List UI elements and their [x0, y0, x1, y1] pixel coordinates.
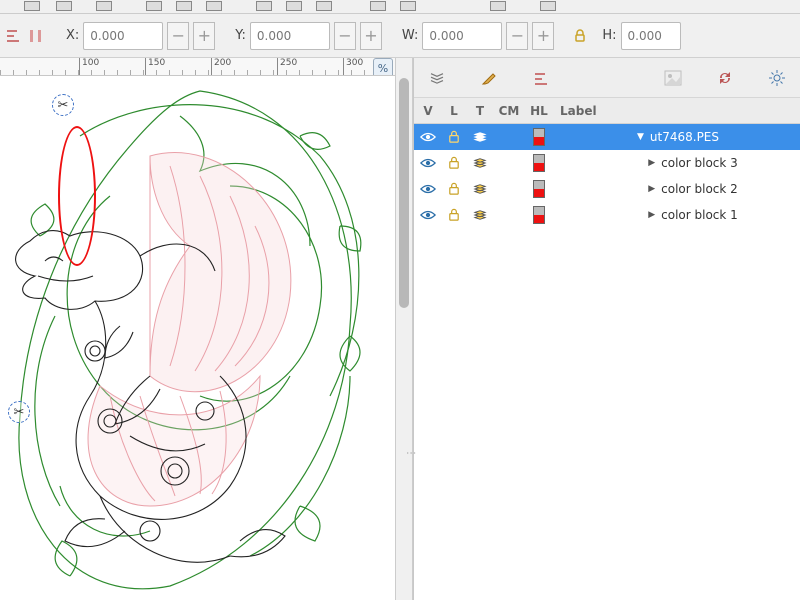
layer-row[interactable]: ▶ color block 3: [414, 150, 800, 176]
canvas-area: 100 150 200 250 300 %: [0, 58, 395, 600]
y-inc-button[interactable]: +: [360, 22, 382, 50]
visibility-toggle[interactable]: [414, 209, 442, 221]
snap-indicator-icon[interactable]: %: [373, 58, 393, 76]
h-input[interactable]: 0.000: [621, 22, 681, 50]
transform-bar: X: 0.000 − + Y: 0.000 − + W: 0.000 − + H…: [0, 14, 800, 58]
expand-triangle-icon[interactable]: ▶: [648, 210, 655, 220]
layer-row[interactable]: ▶ color block 1: [414, 202, 800, 228]
visibility-toggle[interactable]: [414, 157, 442, 169]
lock-toggle[interactable]: [442, 208, 466, 222]
layers-header: V L T CM HL Label: [414, 98, 800, 124]
highlight-swatch[interactable]: [524, 206, 554, 224]
layers-panel: V L T CM HL Label ▼ ut7468.PES ▶ color bloc…: [413, 58, 800, 600]
layer-label: ut7468.PES: [650, 130, 719, 144]
w-label: W:: [402, 28, 418, 43]
y-input[interactable]: 0.000: [250, 22, 330, 50]
col-cm[interactable]: CM: [494, 104, 524, 118]
brush-icon[interactable]: [478, 67, 500, 89]
layer-label-cell[interactable]: ▶ color block 3: [554, 156, 800, 170]
w-inc-button[interactable]: +: [532, 22, 554, 50]
node-marker-scissor-icon[interactable]: ✂: [8, 401, 30, 423]
visibility-toggle[interactable]: [414, 131, 442, 143]
col-t[interactable]: T: [466, 104, 494, 118]
highlight-swatch[interactable]: [524, 154, 554, 172]
col-l[interactable]: L: [442, 104, 466, 118]
canvas[interactable]: ✂ ✂: [0, 76, 395, 600]
x-input[interactable]: 0.000: [83, 22, 163, 50]
layer-label: color block 3: [661, 156, 738, 170]
col-v[interactable]: V: [414, 104, 442, 118]
layers-toolbar: [414, 58, 800, 98]
x-dec-button[interactable]: −: [167, 22, 189, 50]
w-dec-button[interactable]: −: [506, 22, 528, 50]
x-inc-button[interactable]: +: [193, 22, 215, 50]
expand-triangle-icon[interactable]: ▶: [648, 158, 655, 168]
top-tool-strip: [0, 0, 800, 14]
layer-label-cell[interactable]: ▶ color block 1: [554, 208, 800, 222]
panel-resize-handle[interactable]: ⋮: [405, 448, 416, 456]
layer-label: color block 1: [661, 208, 738, 222]
expand-triangle-icon[interactable]: ▼: [637, 132, 644, 142]
y-label: Y:: [235, 28, 246, 43]
x-label: X:: [66, 28, 79, 43]
lock-aspect-icon[interactable]: [572, 28, 588, 44]
col-hl[interactable]: HL: [524, 104, 554, 118]
col-label[interactable]: Label: [554, 104, 800, 118]
align-dist-icon[interactable]: [28, 28, 44, 44]
expand-triangle-icon[interactable]: ▶: [648, 184, 655, 194]
horizontal-ruler: 100 150 200 250 300 %: [0, 58, 395, 76]
layer-label: color block 2: [661, 182, 738, 196]
layer-label-cell[interactable]: ▶ color block 2: [554, 182, 800, 196]
visibility-toggle[interactable]: [414, 183, 442, 195]
align-left-icon[interactable]: [6, 28, 22, 44]
h-label: H:: [602, 28, 616, 43]
highlight-swatch[interactable]: [524, 128, 554, 146]
node-marker-scissor-icon[interactable]: ✂: [52, 94, 74, 116]
image-icon[interactable]: [662, 67, 684, 89]
layer-row[interactable]: ▶ color block 2: [414, 176, 800, 202]
artwork-dragon: [0, 76, 395, 600]
highlight-swatch[interactable]: [524, 180, 554, 198]
y-dec-button[interactable]: −: [334, 22, 356, 50]
lock-toggle[interactable]: [442, 182, 466, 196]
layer-type-icon[interactable]: [466, 131, 494, 143]
layers-rows: ▼ut7468.PES▶color block 3▶color block 2▶…: [414, 124, 800, 600]
settings-gear-icon[interactable]: [766, 67, 788, 89]
new-layer-icon[interactable]: [426, 67, 448, 89]
vertical-scrollbar[interactable]: ⋮: [395, 58, 413, 600]
scrollbar-thumb[interactable]: [399, 78, 409, 308]
refresh-icon[interactable]: [714, 67, 736, 89]
layer-type-icon[interactable]: [466, 183, 494, 195]
layer-row[interactable]: ▼ ut7468.PES: [414, 124, 800, 150]
layer-type-icon[interactable]: [466, 209, 494, 221]
lock-toggle[interactable]: [442, 130, 466, 144]
align-left-panel-icon[interactable]: [530, 67, 552, 89]
w-input[interactable]: 0.000: [422, 22, 502, 50]
layer-type-icon[interactable]: [466, 157, 494, 169]
layer-label-cell[interactable]: ▼ ut7468.PES: [554, 130, 800, 144]
lock-toggle[interactable]: [442, 156, 466, 170]
